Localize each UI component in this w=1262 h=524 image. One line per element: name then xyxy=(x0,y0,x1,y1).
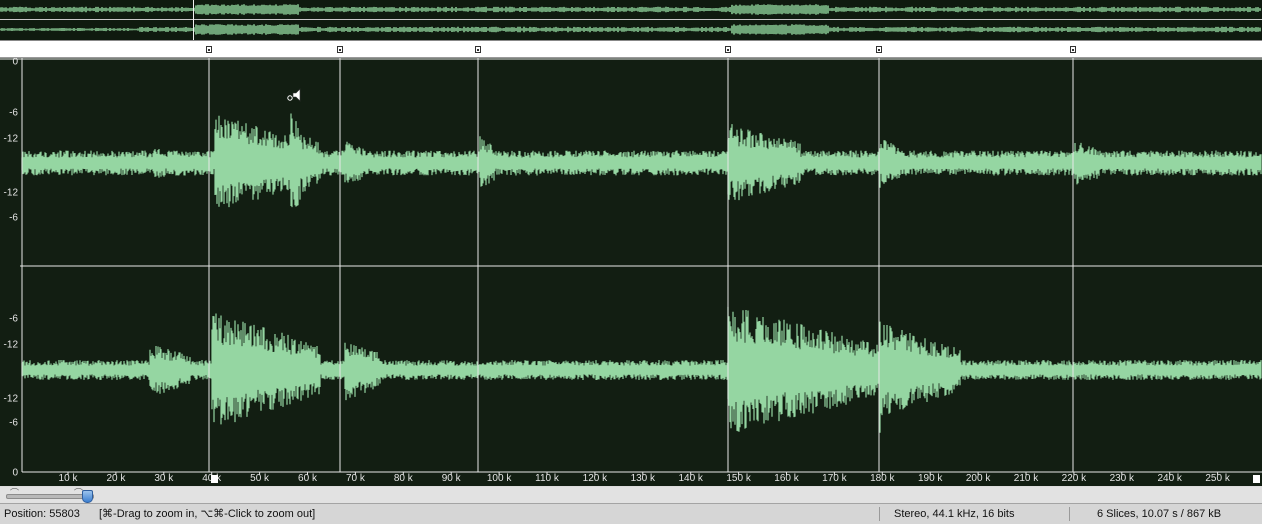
overview-wave-path xyxy=(0,24,1261,35)
overview-left-channel xyxy=(0,0,1262,19)
overview-right-channel xyxy=(0,20,1262,39)
status-divider xyxy=(879,507,880,521)
slice-marker[interactable] xyxy=(337,46,343,53)
amplitude-label: -12 xyxy=(4,394,19,405)
zoom-slider-bar: ⌒ ⌒ xyxy=(0,487,1262,503)
slice-start-flag-icon xyxy=(211,475,218,483)
amplitude-label: -6 xyxy=(9,418,18,429)
slice-marker[interactable] xyxy=(206,46,212,53)
amplitude-label: -12 xyxy=(4,134,19,145)
zoom-hint: [⌘-Drag to zoom in, ⌥⌘-Click to zoom out… xyxy=(99,508,316,520)
amplitude-label: -12 xyxy=(4,188,19,199)
amplitude-label: -12 xyxy=(4,340,19,351)
slice-marker[interactable] xyxy=(725,46,731,53)
status-divider xyxy=(1069,507,1070,521)
status-bar: Position: 55803 [⌘-Drag to zoom in, ⌥⌘-C… xyxy=(0,503,1262,524)
sample-editor-window: 0 -6 -12 -12 -6 -6 -12 -12 -6 0 10 k 20 k 30 k 40 k5… xyxy=(0,0,1262,524)
waveform-canvas[interactable]: 0-6-12-12-6-6-12-12-60 10 k 20 k 30 k 40 k5… xyxy=(0,58,1262,486)
overview-waveform xyxy=(0,24,1261,35)
amplitude-label: 0 xyxy=(12,468,18,479)
slice-marker[interactable] xyxy=(475,46,481,53)
amplitude-label: -6 xyxy=(9,314,18,325)
slice-marker-bar[interactable] xyxy=(0,41,1262,58)
overview-playhead[interactable] xyxy=(193,0,194,40)
amplitude-label: -6 xyxy=(9,108,18,119)
slice-marker[interactable] xyxy=(876,46,882,53)
amplitude-label: 0 xyxy=(12,58,18,68)
overview-wave-path xyxy=(0,4,1261,15)
waveform-view[interactable]: 0 -6 -12 -12 -6 -6 -12 -12 -6 0 10 k 20 k 30 k 40 k5… xyxy=(0,58,1262,486)
slice-summary-label: 6 Slices, 10.07 s / 867 kB xyxy=(1097,508,1222,520)
position-readout: Position: 55803 xyxy=(4,508,80,520)
audio-format-label: Stereo, 44.1 kHz, 16 bits xyxy=(894,508,1015,520)
slice-end-flag-icon xyxy=(1253,475,1260,483)
amplitude-label: -6 xyxy=(9,213,18,224)
slice-marker[interactable] xyxy=(1070,46,1076,53)
overview-waveform xyxy=(0,4,1261,15)
zoom-slider-thumb[interactable] xyxy=(82,490,93,503)
waveform-overview[interactable] xyxy=(0,0,1262,41)
